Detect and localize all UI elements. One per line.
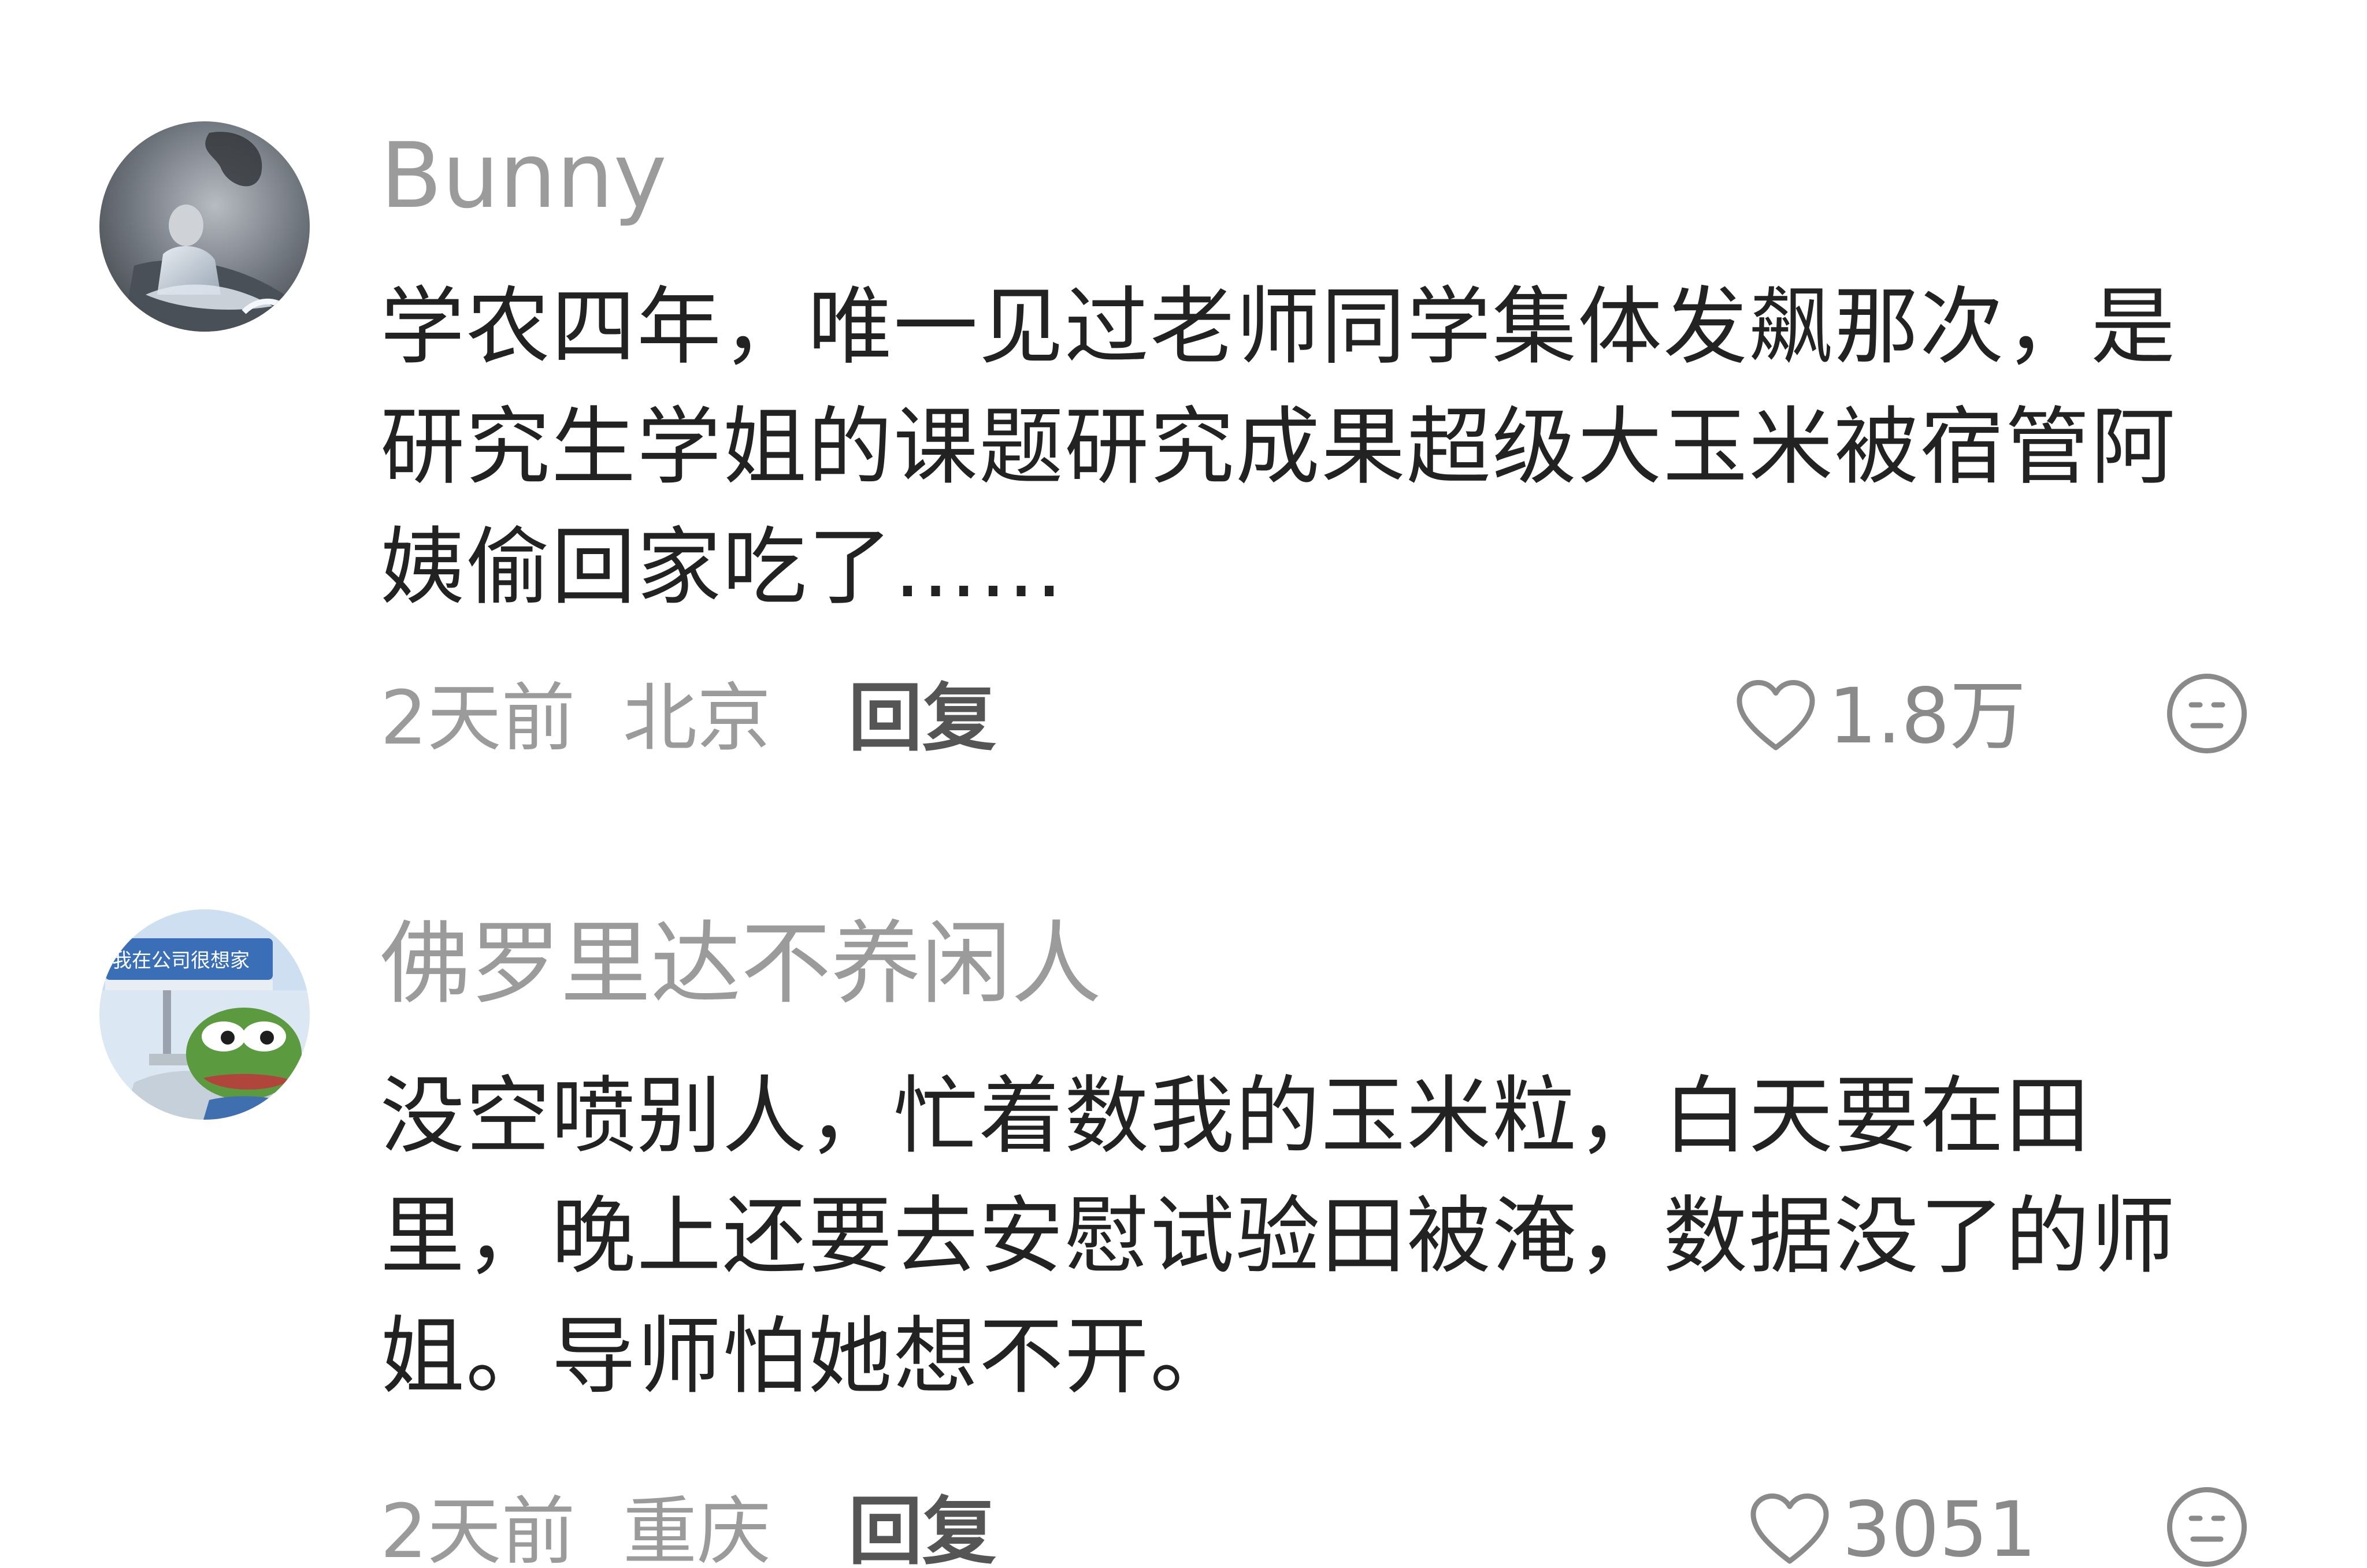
user-photo-avatar bbox=[99, 121, 310, 332]
meh-face-icon bbox=[2167, 1487, 2247, 1567]
comment-time: 2天前 bbox=[380, 675, 576, 761]
user-avatar[interactable] bbox=[99, 121, 310, 332]
heart-outline-icon bbox=[1737, 680, 1815, 750]
like-button[interactable]: 3051 bbox=[1746, 1484, 2036, 1568]
comment-text: 学农四年，唯一见过老师同学集体发飙那次，是研究生学姐的课题研究成果超级大玉米被宿… bbox=[380, 278, 2176, 616]
dislike-button[interactable] bbox=[2164, 670, 2250, 757]
comment-item: 我在公司很想家 佛罗里达不养闲人 没空喷别人，忙着数我的玉米粒，白天要在田里，晚… bbox=[0, 792, 2367, 1568]
like-button[interactable]: 1.8万 bbox=[1732, 670, 2026, 763]
reply-button[interactable]: 回复 bbox=[848, 1495, 996, 1568]
like-count: 3051 bbox=[1842, 1485, 2036, 1568]
pepe-frog-avatar: 我在公司很想家 bbox=[99, 909, 310, 1120]
comment-time: 2天前 bbox=[380, 1489, 576, 1568]
comment-list: Bunny 学农四年，唯一见过老师同学集体发飙那次，是研究生学姐的课题研究成果超… bbox=[0, 0, 2367, 1568]
heart-outline-icon bbox=[1750, 1493, 1829, 1564]
meh-face-icon bbox=[2167, 674, 2247, 753]
user-avatar[interactable]: 我在公司很想家 bbox=[99, 909, 310, 1120]
comment-item: Bunny 学农四年，唯一见过老师同学集体发飙那次，是研究生学姐的课题研究成果超… bbox=[0, 0, 2367, 792]
reply-button[interactable]: 回复 bbox=[848, 682, 996, 756]
dislike-button[interactable] bbox=[2164, 1484, 2250, 1568]
comment-location: 北京 bbox=[623, 675, 771, 761]
comment-meta: 2天前 重庆 回复 3051 bbox=[380, 1484, 2299, 1568]
username[interactable]: Bunny bbox=[380, 131, 667, 221]
comment-text: 没空喷别人，忙着数我的玉米粒，白天要在田里，晚上还要去安慰试验田被淹，数据没了的… bbox=[380, 1067, 2176, 1406]
username[interactable]: 佛罗里达不养闲人 bbox=[380, 919, 1101, 1009]
comment-location: 重庆 bbox=[623, 1489, 771, 1568]
avatar-sign-text: 我在公司很想家 bbox=[112, 949, 250, 972]
like-count: 1.8万 bbox=[1828, 672, 2026, 761]
comment-meta: 2天前 北京 回复 1.8万 bbox=[380, 670, 2299, 763]
